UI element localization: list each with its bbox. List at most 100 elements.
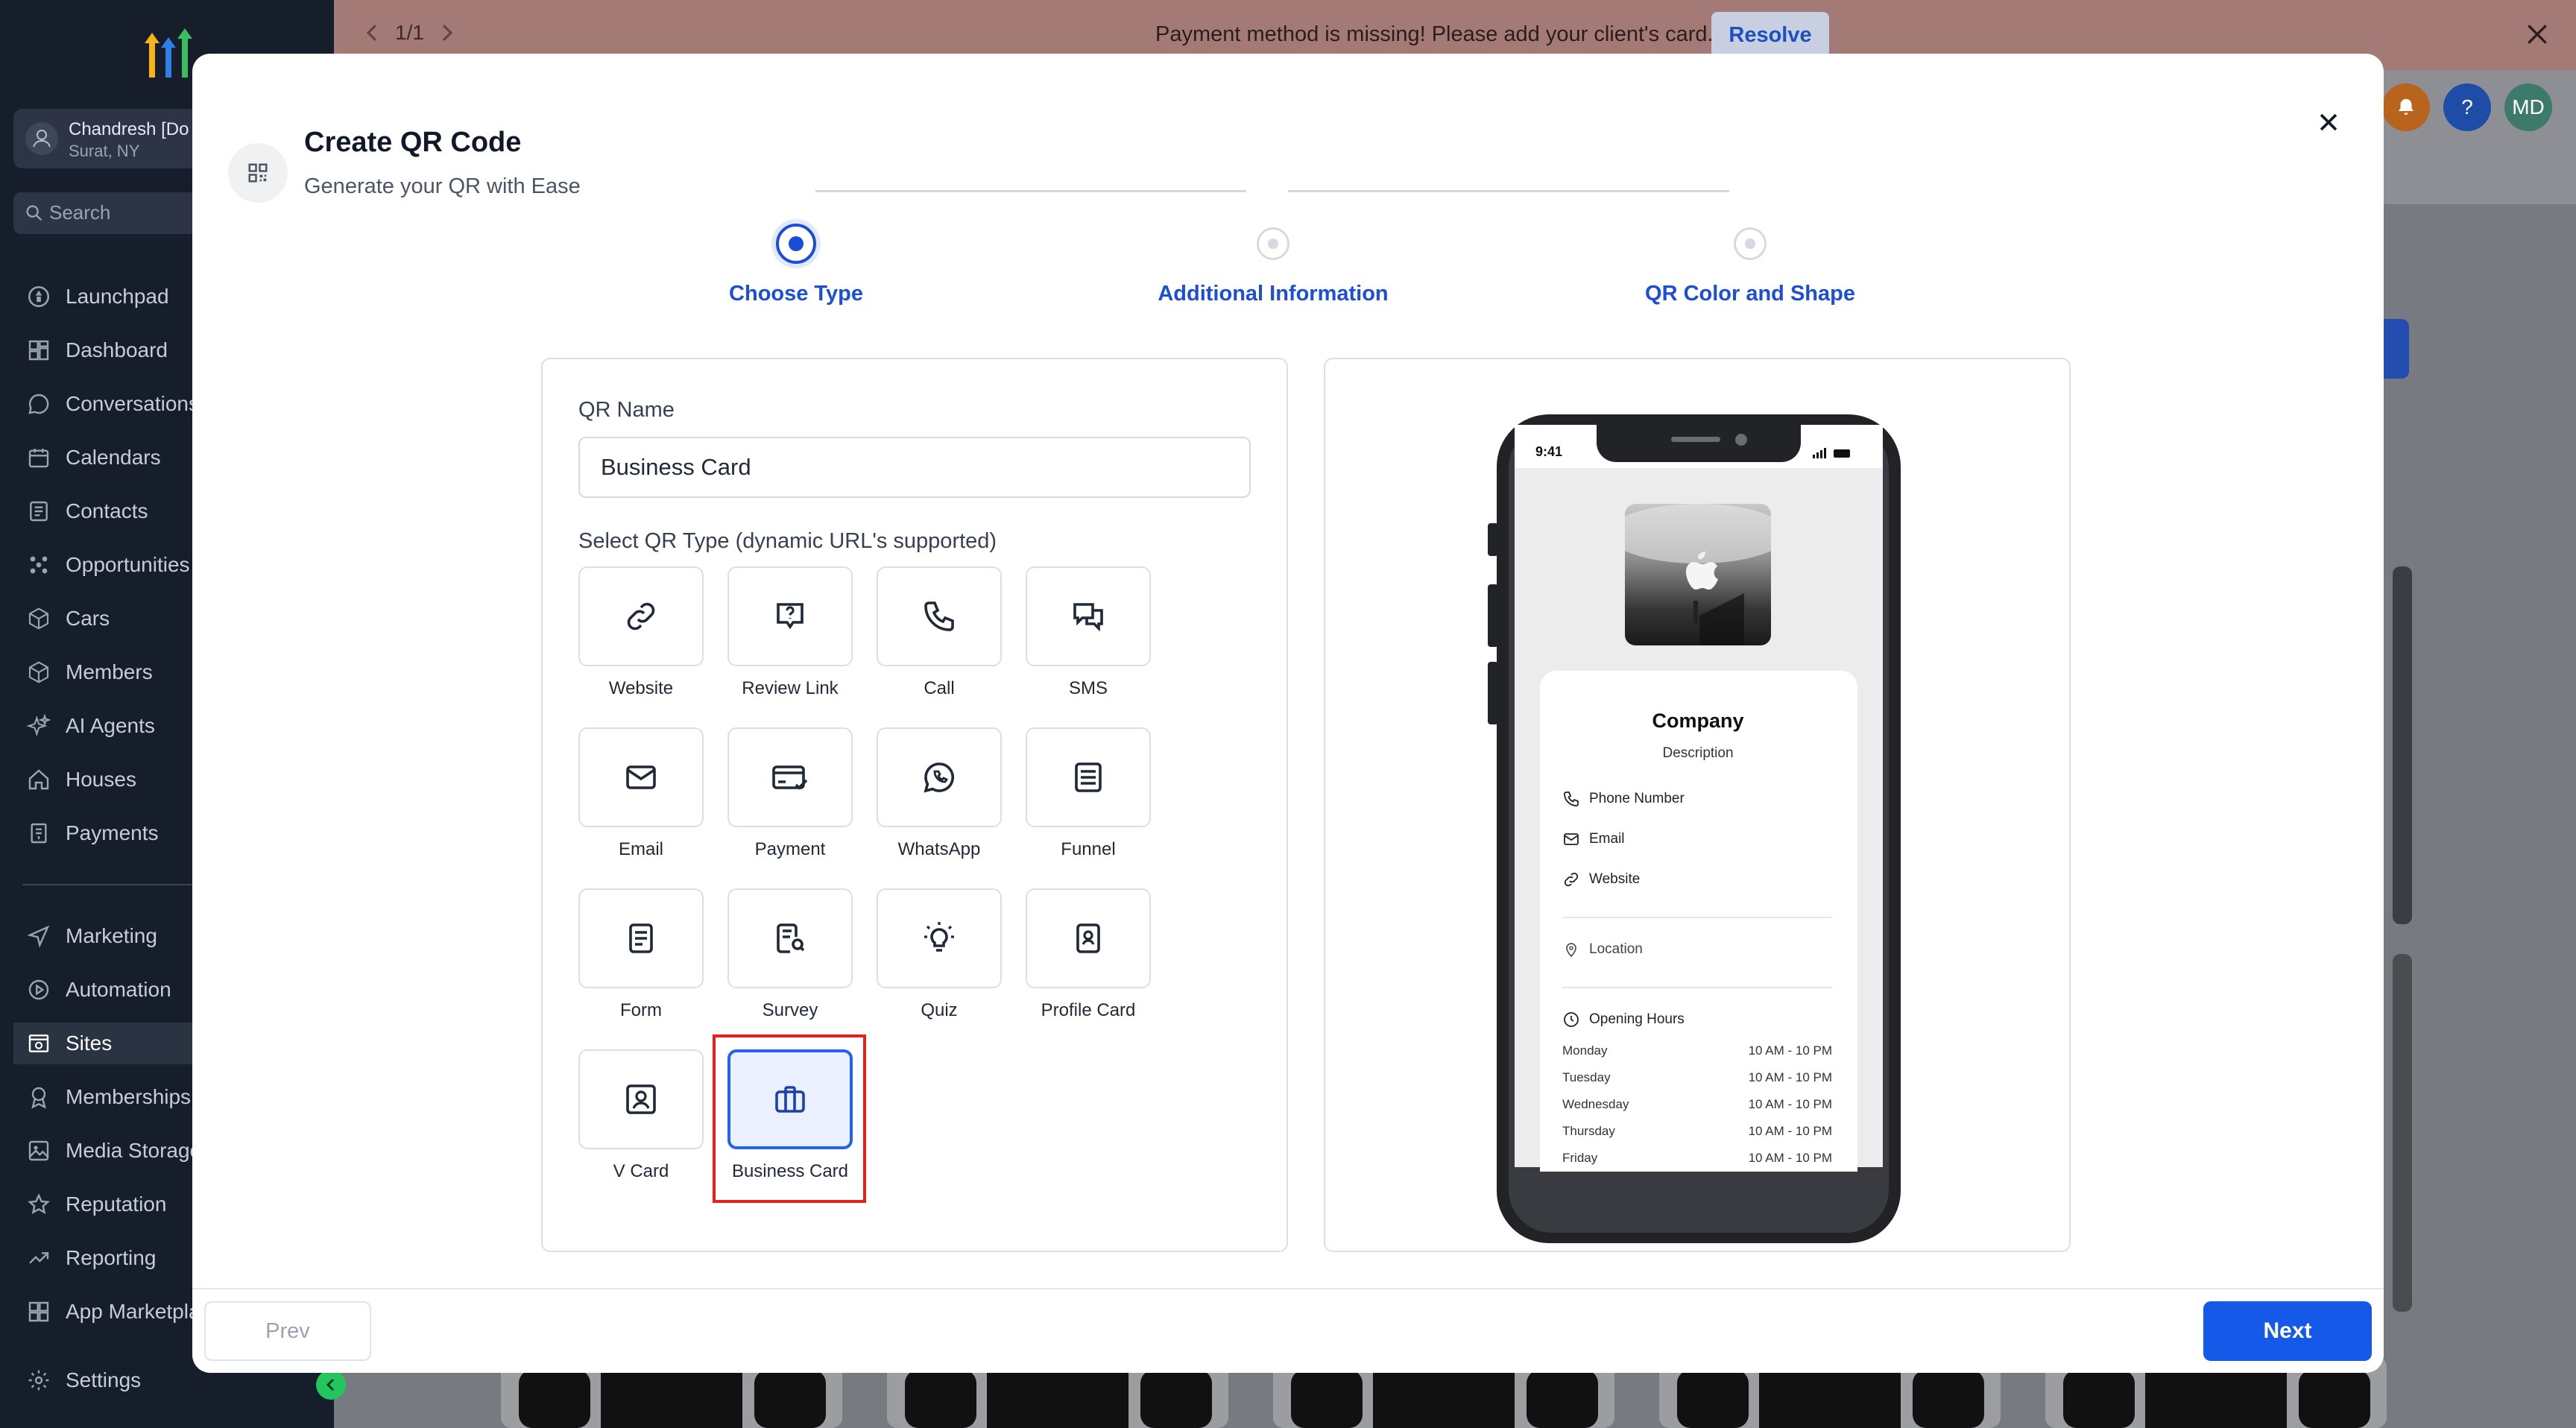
preview-description: Description	[1662, 745, 1734, 761]
qr-type-call[interactable]	[877, 566, 1002, 666]
account-location: Surat, NY	[69, 142, 140, 160]
qr-type-label-survey: Survey	[762, 1000, 818, 1020]
link-icon	[1562, 871, 1583, 888]
phone-time: 9:41	[1535, 444, 1563, 459]
search-icon	[24, 203, 45, 224]
clock-icon	[1562, 1011, 1583, 1029]
qr-type-label-call: Call	[924, 678, 955, 698]
qr-type-form[interactable]	[578, 888, 704, 988]
gear-icon	[22, 1364, 55, 1397]
qr-type-sms[interactable]	[1026, 566, 1151, 666]
grid-icon	[22, 334, 55, 367]
signal-battery-icon	[1813, 447, 1853, 459]
app-logo	[134, 25, 198, 82]
sparkle-icon	[22, 710, 55, 742]
hours-day: Friday	[1562, 1151, 1598, 1165]
hours-day: Wednesday	[1562, 1097, 1629, 1111]
automation-icon	[22, 973, 55, 1006]
qr-type-funnel[interactable]	[1026, 727, 1151, 827]
trend-icon	[22, 1242, 55, 1274]
qr-type-label-review-link: Review Link	[742, 678, 839, 698]
qr-type-quiz[interactable]	[877, 888, 1002, 988]
send-icon	[22, 920, 55, 952]
qr-type-label-funnel: Funnel	[1061, 839, 1116, 859]
preview-opening-hours-row: Opening Hours	[1562, 1011, 1685, 1029]
box-icon	[22, 656, 55, 689]
resolve-button[interactable]: Resolve	[1711, 12, 1829, 58]
qr-type-v-card[interactable]	[578, 1049, 704, 1149]
banner-pager: 1/1	[365, 21, 454, 45]
selection-highlight	[713, 1034, 866, 1203]
banner-message: Payment method is missing! Please add yo…	[1155, 22, 1714, 46]
qr-type-survey[interactable]	[727, 888, 853, 988]
chat-icon	[22, 388, 55, 420]
star-icon	[22, 1188, 55, 1221]
qr-type-label-whatsapp: WhatsApp	[897, 839, 981, 859]
chevron-right-icon[interactable]	[441, 23, 454, 42]
qr-type-label-form: Form	[620, 1000, 662, 1020]
home-icon	[22, 763, 55, 796]
image-icon	[22, 1134, 55, 1167]
qr-type-website[interactable]	[578, 566, 704, 666]
step-choose-type-indicator[interactable]	[776, 224, 816, 264]
preview-email-row: Email	[1562, 830, 1625, 848]
hours-time: 10 AM - 10 PM	[1748, 1097, 1832, 1111]
business-photo	[1625, 504, 1771, 645]
step-additional-information[interactable]: Additional Information	[1158, 282, 1388, 306]
preview-phone-row: Phone Number	[1562, 790, 1685, 808]
vcard-icon	[623, 1081, 659, 1117]
sms-icon	[1070, 598, 1106, 634]
phone-bottom-bezel	[1515, 1172, 1883, 1228]
qr-type-payment[interactable]	[727, 727, 853, 827]
survey-icon	[772, 920, 808, 956]
qr-type-review-link[interactable]	[727, 566, 853, 666]
user-avatar[interactable]: MD	[2504, 83, 2552, 131]
hours-time: 10 AM - 10 PM	[1748, 1070, 1832, 1084]
link-icon	[623, 598, 659, 634]
badge-icon	[22, 1081, 55, 1113]
preview-location-row: Location	[1562, 941, 1643, 958]
next-button[interactable]: Next	[2203, 1301, 2372, 1361]
hours-day: Thursday	[1562, 1124, 1615, 1138]
help-button[interactable]: ?	[2443, 83, 2491, 131]
rocket-icon	[22, 280, 55, 313]
qr-type-profile-card[interactable]	[1026, 888, 1151, 988]
preview-website-row: Website	[1562, 871, 1640, 888]
hours-time: 10 AM - 10 PM	[1748, 1151, 1832, 1165]
banner-close-icon[interactable]	[2522, 19, 2552, 49]
step-additional-information-indicator[interactable]	[1257, 227, 1289, 260]
mail-icon	[1562, 830, 1583, 848]
phone-notch	[1597, 419, 1801, 462]
qr-code-icon	[228, 143, 288, 203]
hours-time: 10 AM - 10 PM	[1748, 1124, 1832, 1138]
step-qr-color-indicator[interactable]	[1734, 227, 1767, 260]
funnel-icon	[1070, 759, 1106, 795]
receipt-icon	[22, 817, 55, 850]
profile-card-icon	[1070, 920, 1106, 956]
notification-bell-icon[interactable]	[2382, 83, 2430, 131]
qr-type-email[interactable]	[578, 727, 704, 827]
whatsapp-icon	[921, 759, 957, 795]
location-pin-icon	[1562, 941, 1583, 958]
opportunities-icon	[22, 549, 55, 581]
modal-subtitle: Generate your QR with Ease	[304, 174, 581, 198]
qr-type-whatsapp[interactable]	[877, 727, 1002, 827]
qr-type-label-v-card: V Card	[613, 1161, 669, 1181]
modal-close-icon[interactable]	[2306, 100, 2351, 145]
background-card	[2393, 954, 2412, 1312]
calendar-icon	[22, 441, 55, 474]
qr-type-label: Select QR Type (dynamic URL's supported)	[578, 529, 997, 553]
qr-type-label-email: Email	[618, 839, 663, 859]
box-icon	[22, 602, 55, 635]
chevron-left-icon[interactable]	[365, 23, 379, 42]
modal-title: Create QR Code	[304, 127, 522, 158]
step-qr-color-and-shape[interactable]: QR Color and Shape	[1645, 282, 1855, 306]
qr-name-input[interactable]	[578, 437, 1251, 498]
stepper-line	[815, 190, 1246, 192]
step-choose-type[interactable]: Choose Type	[729, 282, 863, 306]
sidebar-collapse-button[interactable]	[316, 1370, 346, 1400]
form-icon	[623, 920, 659, 956]
prev-button[interactable]: Prev	[204, 1301, 371, 1361]
account-icon	[25, 122, 58, 155]
sites-icon	[22, 1027, 55, 1060]
